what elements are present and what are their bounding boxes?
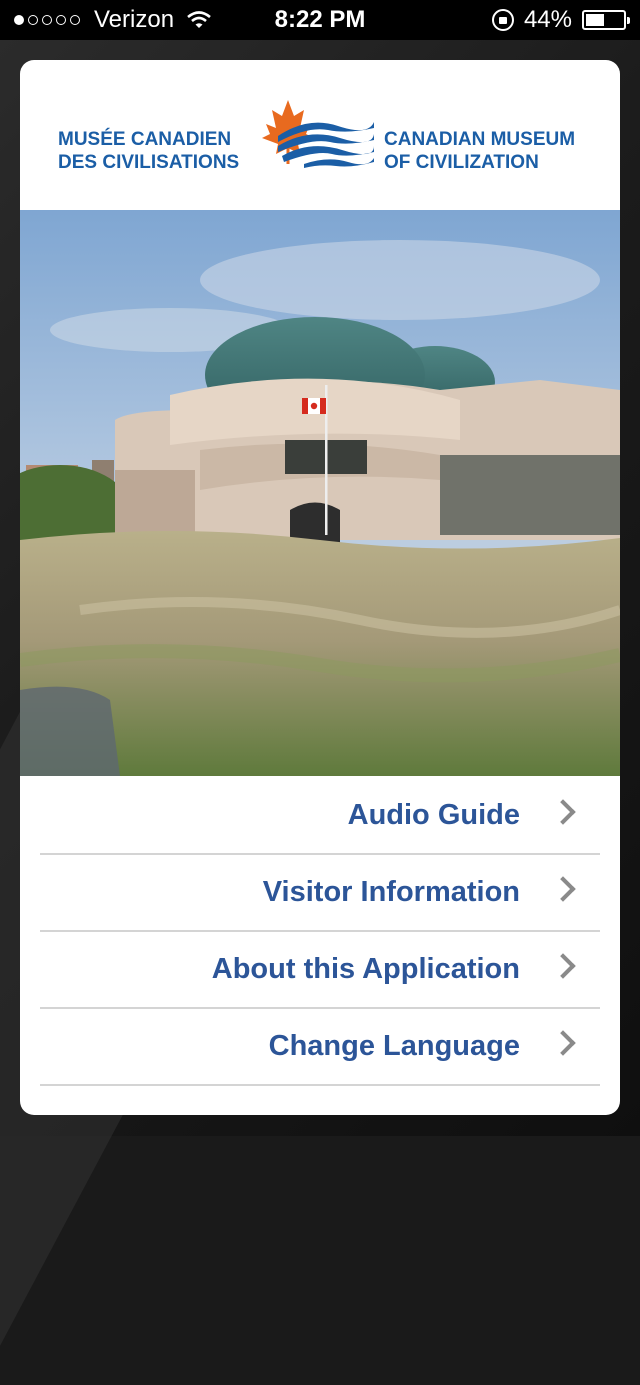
museum-building-photo: [20, 210, 620, 776]
menu-item-about-application[interactable]: About this Application: [40, 932, 600, 1009]
status-bar: Verizon 8:22 PM 44%: [0, 0, 640, 40]
museum-logo: MUSÉE CANADIEN DES CIVILISATIONS CANADIA…: [20, 60, 620, 210]
chevron-right-icon: [550, 876, 576, 902]
menu-item-label: Visitor Information: [262, 876, 520, 908]
menu-item-audio-guide[interactable]: Audio Guide: [40, 778, 600, 855]
main-menu: Audio Guide Visitor Information About th…: [40, 778, 600, 1086]
menu-item-label: Change Language: [268, 1030, 520, 1062]
chevron-right-icon: [550, 953, 576, 979]
battery-icon: [582, 10, 630, 30]
menu-item-change-language[interactable]: Change Language: [40, 1009, 600, 1086]
menu-item-label: About this Application: [211, 953, 520, 985]
logo-text-french: MUSÉE CANADIEN DES CIVILISATIONS: [58, 129, 240, 173]
menu-item-visitor-information[interactable]: Visitor Information: [40, 855, 600, 932]
battery-percent: 44%: [523, 6, 572, 33]
maple-leaf-waves-icon: [262, 100, 374, 168]
rotation-lock-icon: [491, 9, 514, 31]
main-card: MUSÉE CANADIEN DES CIVILISATIONS CANADIA…: [20, 60, 620, 1115]
chevron-right-icon: [550, 799, 576, 825]
menu-item-label: Audio Guide: [347, 799, 520, 831]
chevron-right-icon: [550, 1030, 576, 1056]
logo-text-english: CANADIAN MUSEUM OF CIVILIZATION: [384, 129, 576, 173]
